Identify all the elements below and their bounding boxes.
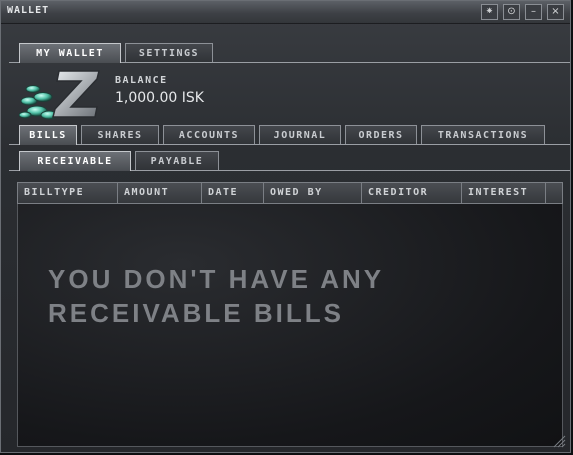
close-icon[interactable]: × xyxy=(547,4,564,20)
tab-payable[interactable]: PAYABLE xyxy=(135,151,219,171)
tab-orders[interactable]: ORDERS xyxy=(345,125,417,145)
section-tab-baseline xyxy=(77,144,570,145)
tab-my-wallet[interactable]: MY WALLET xyxy=(19,43,121,63)
tab-accounts[interactable]: ACCOUNTS xyxy=(163,125,255,145)
balance-label: BALANCE xyxy=(115,75,168,86)
bills-list: YOU DON'T HAVE ANY RECEIVABLE BILLS xyxy=(17,204,563,447)
wallet-window: WALLET ⁕ ⊙ – × MY WALLET SETTINGS BALANC… xyxy=(0,0,571,453)
title-bar[interactable]: WALLET ⁕ ⊙ – × xyxy=(1,1,570,24)
balance-value: 1,000.00 ISK xyxy=(115,90,204,106)
window-title: WALLET xyxy=(7,5,50,16)
empty-state-message: YOU DON'T HAVE ANY RECEIVABLE BILLS xyxy=(48,264,384,328)
column-creditor[interactable]: CREDITOR xyxy=(362,183,462,203)
tab-transactions[interactable]: TRANSACTIONS xyxy=(421,125,545,145)
minimize-icon[interactable]: – xyxy=(525,4,542,20)
sub-tab-baseline xyxy=(9,170,19,171)
main-tab-baseline xyxy=(121,62,570,63)
tab-settings[interactable]: SETTINGS xyxy=(125,43,213,63)
bills-table-header: BILLTYPE AMOUNT DATE OWED BY CREDITOR IN… xyxy=(17,182,563,204)
main-tab-baseline xyxy=(9,62,19,63)
tab-shares[interactable]: SHARES xyxy=(81,125,159,145)
tab-bills[interactable]: BILLS xyxy=(19,125,77,145)
column-billtype[interactable]: BILLTYPE xyxy=(18,183,118,203)
minimize-circle-icon[interactable]: ⊙ xyxy=(503,4,520,20)
tab-receivable[interactable]: RECEIVABLE xyxy=(19,151,131,171)
resize-grip-icon[interactable] xyxy=(552,434,566,448)
column-date[interactable]: DATE xyxy=(202,183,264,203)
pin-icon[interactable]: ⁕ xyxy=(481,4,498,20)
column-amount[interactable]: AMOUNT xyxy=(118,183,202,203)
column-interest[interactable]: INTEREST xyxy=(462,183,546,203)
wallet-logo-icon xyxy=(19,70,100,120)
column-owed-by[interactable]: OWED BY xyxy=(264,183,362,203)
sub-tab-baseline xyxy=(131,170,570,171)
tab-journal[interactable]: JOURNAL xyxy=(259,125,341,145)
section-tab-baseline xyxy=(9,144,19,145)
